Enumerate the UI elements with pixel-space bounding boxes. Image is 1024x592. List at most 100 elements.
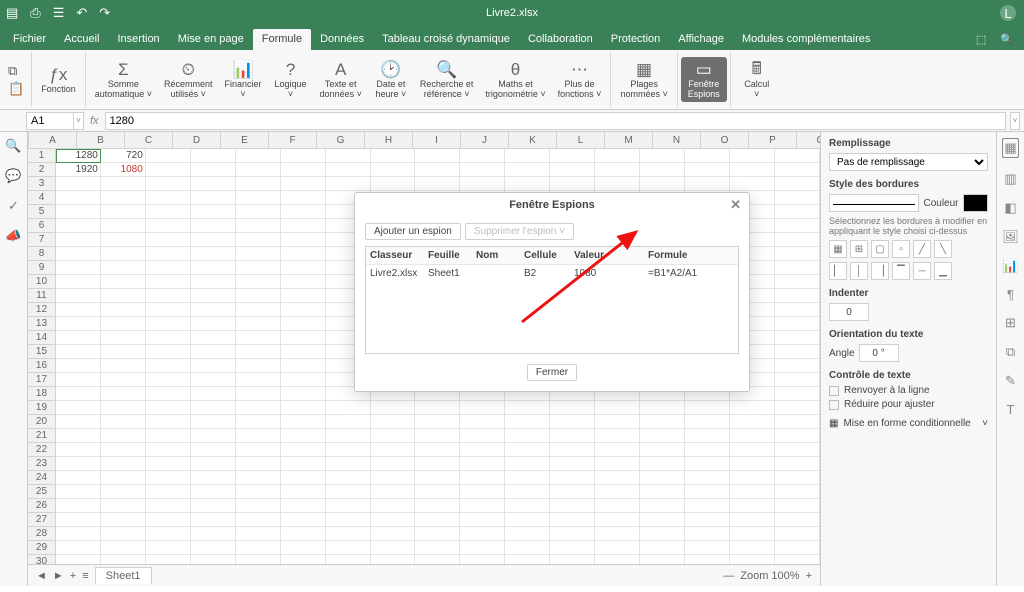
cell[interactable] xyxy=(236,443,281,457)
cell[interactable] xyxy=(146,513,191,527)
cell[interactable] xyxy=(146,415,191,429)
cell[interactable] xyxy=(236,233,281,247)
border-none-icon[interactable]: ▫ xyxy=(892,240,910,258)
row-header[interactable]: 7 xyxy=(28,233,56,247)
row-header[interactable]: 11 xyxy=(28,289,56,303)
cell[interactable] xyxy=(146,191,191,205)
cell[interactable] xyxy=(236,275,281,289)
cell[interactable] xyxy=(281,163,326,177)
row-header[interactable]: 23 xyxy=(28,457,56,471)
cell[interactable] xyxy=(281,457,326,471)
row-header[interactable]: 20 xyxy=(28,415,56,429)
row-header[interactable]: 14 xyxy=(28,331,56,345)
add-watch-button[interactable]: Ajouter un espion xyxy=(365,223,461,240)
cell[interactable] xyxy=(146,233,191,247)
cell[interactable] xyxy=(595,541,640,555)
sheet-list-icon[interactable]: ≡ xyxy=(82,570,88,582)
cell[interactable] xyxy=(236,499,281,513)
close-button[interactable]: Fermer xyxy=(527,364,577,381)
cell[interactable] xyxy=(236,401,281,415)
cell[interactable] xyxy=(191,219,236,233)
save-icon[interactable]: ▤ xyxy=(6,5,18,21)
row-header[interactable]: 10 xyxy=(28,275,56,289)
cell[interactable] xyxy=(191,359,236,373)
cell[interactable] xyxy=(730,513,775,527)
cell[interactable] xyxy=(640,513,685,527)
cell[interactable] xyxy=(236,191,281,205)
cell[interactable] xyxy=(505,457,550,471)
cell[interactable] xyxy=(326,527,371,541)
cell[interactable] xyxy=(191,401,236,415)
cell[interactable] xyxy=(101,513,146,527)
cell[interactable] xyxy=(191,331,236,345)
cell[interactable] xyxy=(56,233,101,247)
cell[interactable] xyxy=(56,373,101,387)
cell[interactable] xyxy=(505,513,550,527)
cell[interactable] xyxy=(775,247,820,261)
search-icon[interactable]: 🔍 xyxy=(1000,33,1014,46)
ribbon-calcul[interactable]: 🖩 Calcul ˅ xyxy=(734,57,780,102)
cell[interactable] xyxy=(371,163,416,177)
cell[interactable] xyxy=(236,471,281,485)
cell[interactable] xyxy=(236,415,281,429)
slicer-settings-icon[interactable]: ⧉ xyxy=(1006,344,1015,360)
cell[interactable] xyxy=(640,485,685,499)
cell[interactable] xyxy=(101,177,146,191)
cell[interactable] xyxy=(236,429,281,443)
row-header[interactable]: 16 xyxy=(28,359,56,373)
col-header[interactable]: A xyxy=(29,132,77,148)
cell[interactable] xyxy=(326,499,371,513)
cell[interactable] xyxy=(191,345,236,359)
cell[interactable] xyxy=(775,373,820,387)
cell[interactable] xyxy=(326,177,371,191)
cell[interactable] xyxy=(685,149,730,163)
cell[interactable] xyxy=(281,541,326,555)
cell[interactable] xyxy=(326,443,371,457)
cell[interactable] xyxy=(56,415,101,429)
signature-icon[interactable]: ✎ xyxy=(1005,373,1016,389)
row-header[interactable]: 21 xyxy=(28,429,56,443)
col-header[interactable]: E xyxy=(221,132,269,148)
cell[interactable] xyxy=(101,401,146,415)
ribbon-plages-nommees[interactable]: ▦ Plages nommées ˅ xyxy=(614,57,673,102)
cell[interactable] xyxy=(415,485,460,499)
row-header[interactable]: 9 xyxy=(28,261,56,275)
cell[interactable] xyxy=(281,387,326,401)
cell[interactable] xyxy=(146,289,191,303)
cell[interactable] xyxy=(640,541,685,555)
cell[interactable] xyxy=(281,513,326,527)
cell[interactable] xyxy=(730,499,775,513)
cell[interactable] xyxy=(595,149,640,163)
cell[interactable] xyxy=(640,499,685,513)
cell[interactable] xyxy=(101,387,146,401)
cell[interactable] xyxy=(460,177,505,191)
cell[interactable] xyxy=(146,345,191,359)
cell[interactable] xyxy=(505,401,550,415)
cell[interactable] xyxy=(326,457,371,471)
cell[interactable] xyxy=(236,457,281,471)
cell[interactable] xyxy=(191,443,236,457)
cell[interactable] xyxy=(460,429,505,443)
cell[interactable] xyxy=(730,527,775,541)
border-color-picker[interactable] xyxy=(963,194,988,212)
cell[interactable] xyxy=(191,527,236,541)
cell[interactable] xyxy=(460,415,505,429)
cell[interactable] xyxy=(775,345,820,359)
cell[interactable]: 1280 xyxy=(56,149,101,163)
cell[interactable] xyxy=(775,205,820,219)
cell[interactable] xyxy=(56,457,101,471)
cell[interactable] xyxy=(101,443,146,457)
cell[interactable] xyxy=(281,471,326,485)
pivot-settings-icon[interactable]: ⊞ xyxy=(1005,315,1016,331)
cell[interactable] xyxy=(146,499,191,513)
cell[interactable] xyxy=(685,513,730,527)
namebox-expand[interactable]: ˅ xyxy=(74,112,84,130)
border-style-select[interactable] xyxy=(829,194,919,212)
col-header[interactable]: B xyxy=(77,132,125,148)
cell[interactable] xyxy=(505,527,550,541)
cell[interactable] xyxy=(371,513,416,527)
cell[interactable] xyxy=(146,485,191,499)
cell[interactable] xyxy=(236,247,281,261)
border-diag2-icon[interactable]: ╲ xyxy=(934,240,952,258)
cell[interactable] xyxy=(281,205,326,219)
